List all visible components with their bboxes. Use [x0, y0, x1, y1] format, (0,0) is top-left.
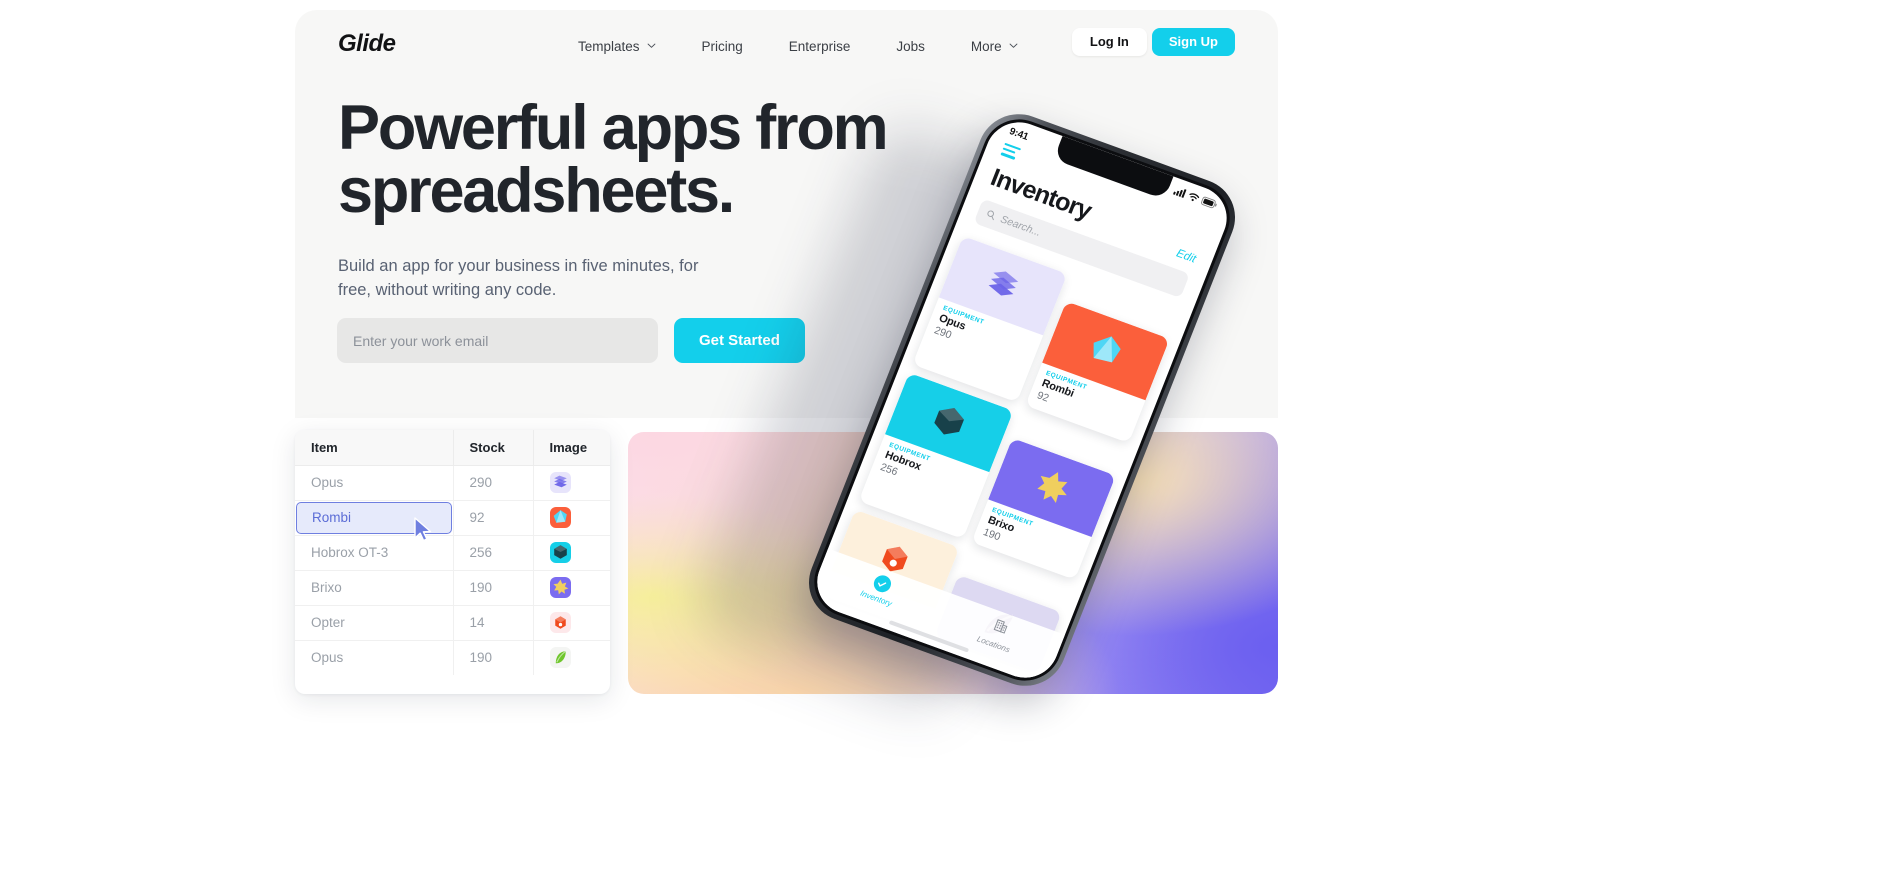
- table-row[interactable]: Opter 14: [295, 605, 610, 641]
- nav-actions: Log In Sign Up: [1071, 28, 1235, 56]
- log-in-button[interactable]: Log In: [1071, 28, 1147, 56]
- cell-item[interactable]: Opus: [295, 640, 454, 675]
- column-header-image: Image: [533, 430, 610, 466]
- cell-image[interactable]: [533, 640, 610, 675]
- nav-item-more[interactable]: More: [971, 34, 1018, 59]
- cell-stock[interactable]: 256: [453, 535, 534, 571]
- table-header-row: Item Stock Image: [295, 430, 610, 466]
- sign-up-button[interactable]: Sign Up: [1151, 28, 1235, 56]
- table-body: Opus 290 Rombi 92 Hobrox OT-3 256 Brixo 190…: [295, 465, 610, 675]
- cell-stock[interactable]: 190: [453, 640, 534, 675]
- signup-form: Get Started: [337, 318, 805, 363]
- cell-stock[interactable]: 290: [453, 465, 534, 501]
- gradient-panel: [628, 432, 1278, 694]
- cell-item[interactable]: Opus: [295, 465, 454, 501]
- table-row[interactable]: Rombi 92: [295, 500, 610, 541]
- spreadsheet-table: Item Stock Image Opus 290 Rombi 92 Hobrox…: [295, 430, 610, 675]
- cell-item[interactable]: Rombi: [295, 500, 454, 541]
- nav-item-enterprise[interactable]: Enterprise: [789, 34, 851, 59]
- cell-stock[interactable]: 190: [453, 570, 534, 606]
- nav-item-more-label: More: [970, 39, 1002, 54]
- cell-item[interactable]: Brixo: [295, 570, 454, 606]
- glide-logo[interactable]: Glide: [338, 30, 396, 58]
- cell-image[interactable]: [533, 605, 610, 641]
- nav-item-enterprise-label: Enterprise: [788, 39, 851, 54]
- page-title: Powerful apps from spreadsheets.: [338, 93, 889, 226]
- nav-item-pricing-label: Pricing: [701, 39, 743, 54]
- table-row[interactable]: Opus 290: [295, 465, 610, 501]
- nav-item-jobs[interactable]: Jobs: [896, 34, 925, 59]
- cell-stock[interactable]: 92: [453, 500, 534, 536]
- spreadsheet-card: Item Stock Image Opus 290 Rombi 92 Hobrox…: [295, 430, 610, 694]
- cell-image[interactable]: [533, 570, 610, 606]
- cell-image[interactable]: [533, 465, 610, 501]
- table-row[interactable]: Brixo 190: [295, 570, 610, 606]
- nav-item-jobs-label: Jobs: [896, 39, 925, 54]
- nav-links: Templates Pricing Enterprise Jobs More: [578, 34, 1018, 59]
- cell-image[interactable]: [533, 535, 610, 571]
- nav-item-templates[interactable]: Templates: [578, 34, 656, 59]
- hero-subtitle: Build an app for your business in five m…: [338, 257, 699, 299]
- cell-stock[interactable]: 14: [453, 605, 534, 641]
- column-header-stock: Stock: [453, 430, 534, 466]
- nav-item-pricing[interactable]: Pricing: [702, 34, 743, 59]
- mouse-cursor-icon: [414, 516, 432, 541]
- table-row[interactable]: Hobrox OT-3 256: [295, 535, 610, 571]
- cell-image[interactable]: [533, 500, 610, 536]
- email-field[interactable]: [337, 318, 658, 363]
- get-started-button[interactable]: Get Started: [674, 318, 805, 363]
- column-header-item: Item: [295, 430, 454, 466]
- nav-item-templates-label: Templates: [578, 39, 640, 54]
- landing-page: Glide Templates Pricing Enterprise Jobs: [0, 0, 1900, 889]
- top-navigation: Glide Templates Pricing Enterprise Jobs: [295, 10, 1278, 82]
- chevron-down-icon: [1009, 41, 1018, 50]
- cell-item[interactable]: Opter: [295, 605, 454, 641]
- chevron-down-icon: [647, 41, 656, 50]
- hero-section: Glide Templates Pricing Enterprise Jobs: [295, 10, 1278, 418]
- table-row[interactable]: Opus 190: [295, 640, 610, 675]
